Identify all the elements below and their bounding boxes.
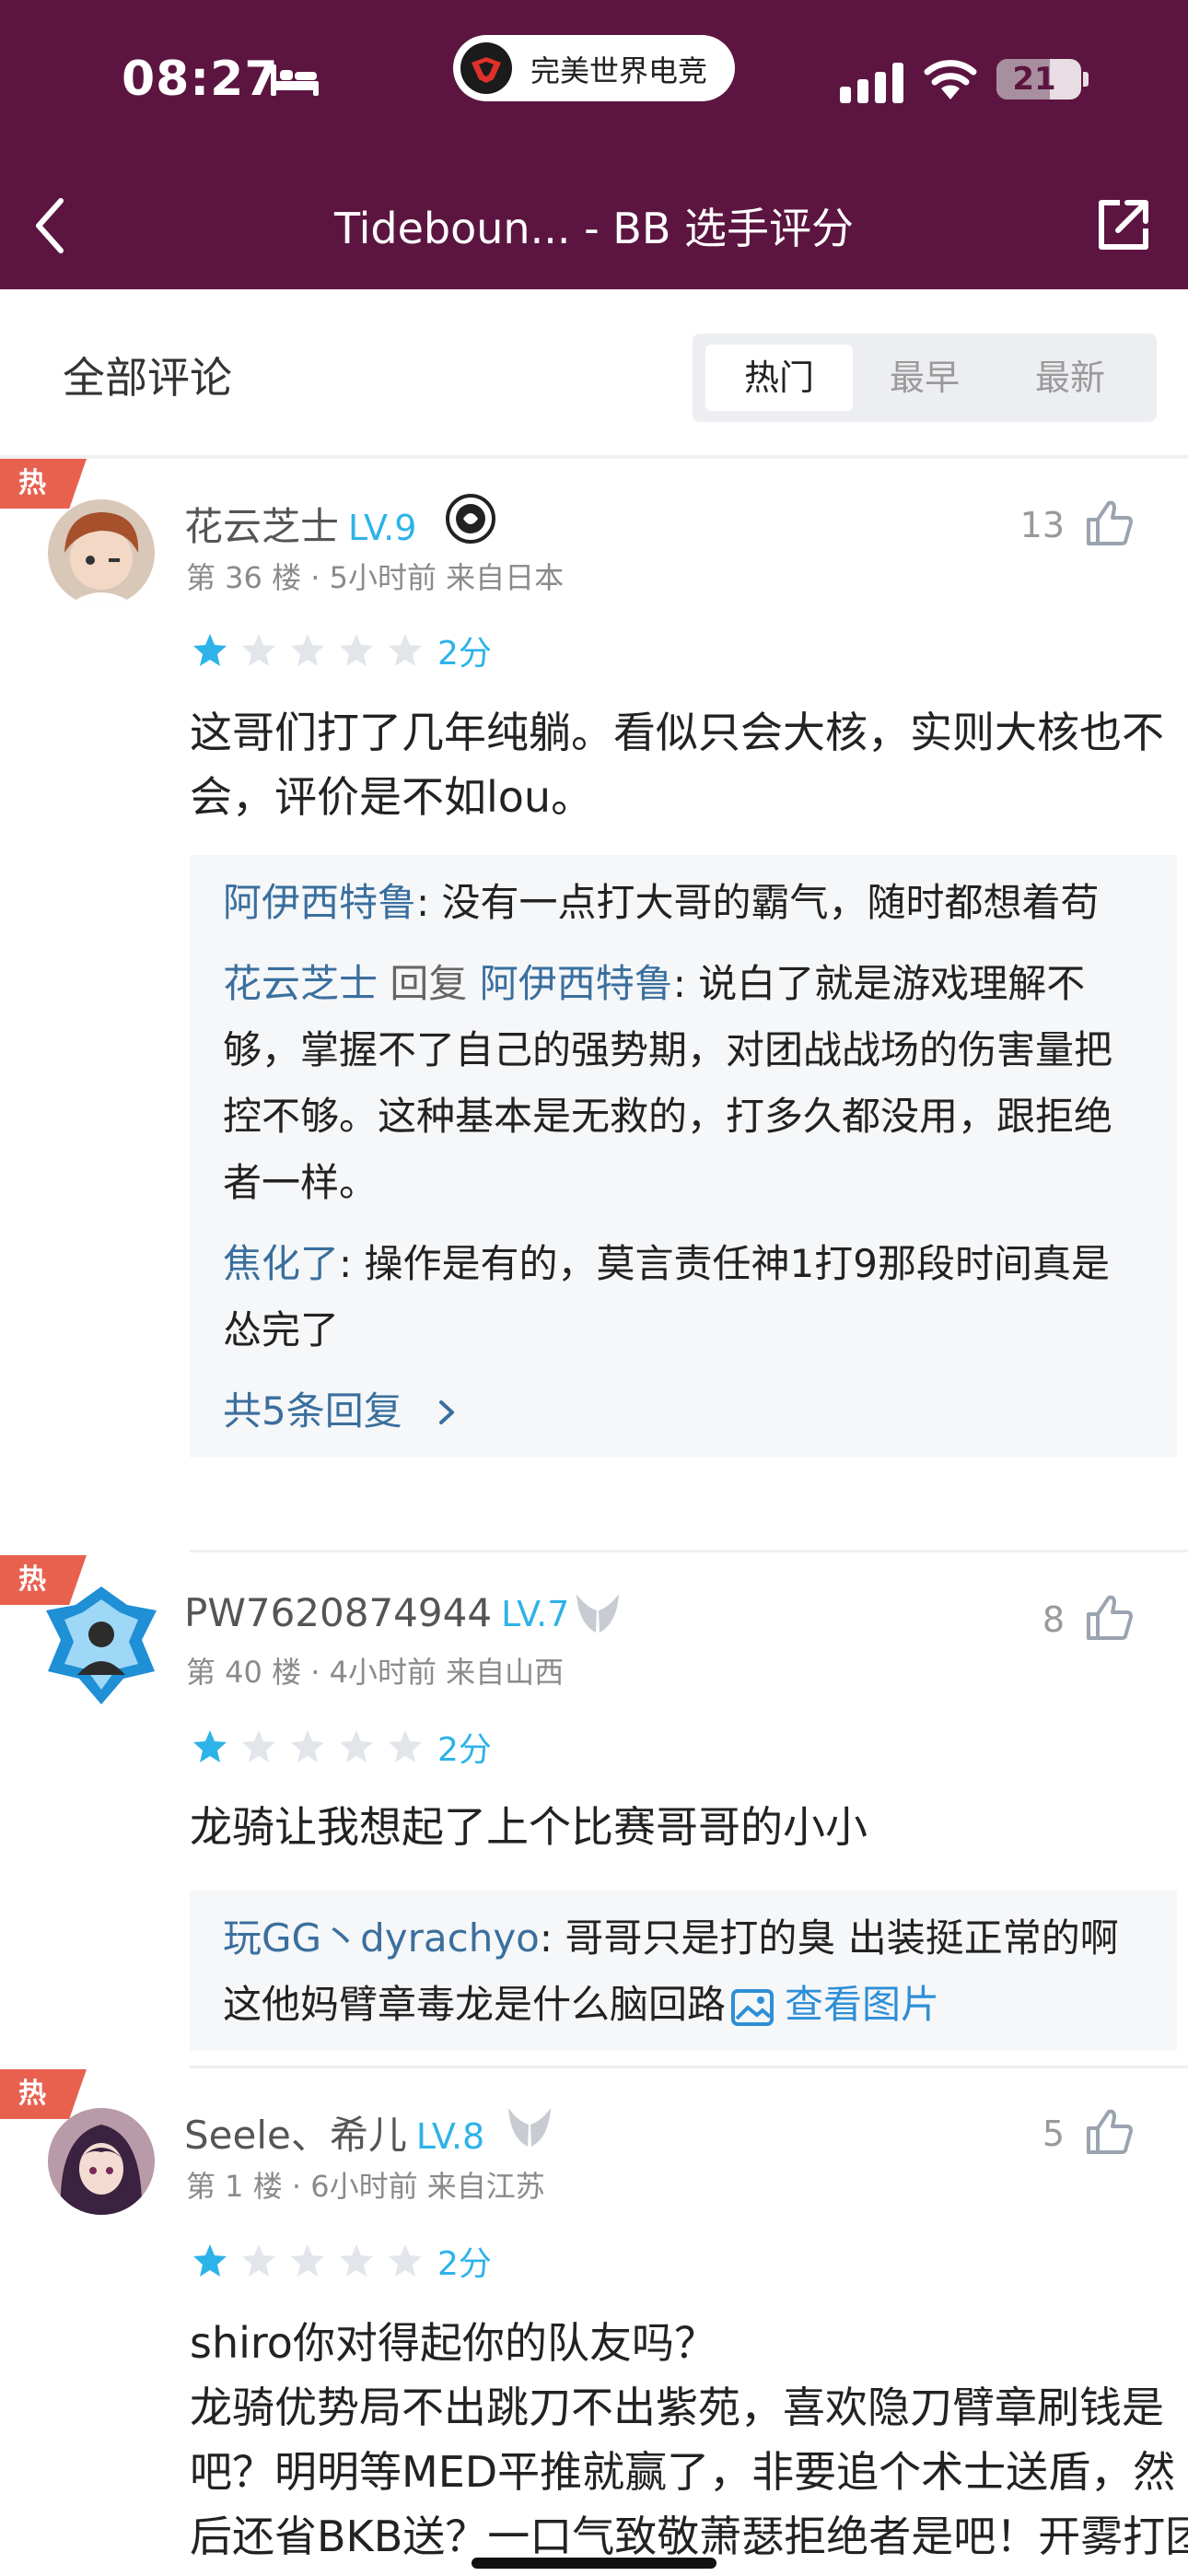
rating-score: 2分 <box>437 2245 492 2283</box>
avatar[interactable] <box>48 2108 155 2215</box>
star-rating: 2分 <box>192 1723 492 1769</box>
home-indicator[interactable] <box>472 2558 716 2569</box>
rating-score: 2分 <box>437 635 492 673</box>
comment-body: 这哥们打了几年纯躺。看似只会大核，实则大核也不会，评价是不如lou。 <box>190 708 1164 822</box>
status-time: 08:27 <box>122 52 279 107</box>
reply-to-user[interactable]: 阿伊西特鲁 <box>480 961 673 1006</box>
tab-earliest[interactable]: 最早 <box>851 345 998 411</box>
tab-newest[interactable]: 最新 <box>996 345 1144 411</box>
battery-indicator: 21 <box>996 59 1081 100</box>
comment-body-line: 龙骑优势局不出跳刀不出紫苑，喜欢隐刀臂章刷钱是吧？明明等MED平推就赢了，非要追… <box>190 2383 1188 2561</box>
comment-divider <box>190 1550 1188 1552</box>
star-filled-icon <box>193 634 227 666</box>
reply-item[interactable]: 焦化了: 操作是有的，莫言责任神1打9那段时间真是怂完了 <box>223 1231 1144 1364</box>
star-rating: 2分 <box>192 2237 492 2283</box>
star-empty-icon <box>340 634 373 666</box>
reply-text: : 没有一点打大哥的霸气，随时都想着苟 <box>416 880 1100 925</box>
reply-item[interactable]: 阿伊西特鲁: 没有一点打大哥的霸气，随时都想着苟 <box>223 870 1144 936</box>
user-level: LV.7 <box>501 1594 570 1634</box>
cellular-signal-icon <box>840 63 903 103</box>
hot-badge: 热 <box>0 2069 87 2119</box>
avatar[interactable] <box>39 1583 164 1708</box>
username-text: 花云芝士 <box>184 504 340 549</box>
team-badge-icon <box>446 494 495 544</box>
reply-box: 阿伊西特鲁: 没有一点打大哥的霸气，随时都想着苟 花云芝士 回复 阿伊西特鲁: … <box>190 855 1177 1458</box>
battery-cap <box>1083 72 1089 87</box>
star-empty-icon <box>340 1730 373 1762</box>
share-icon[interactable] <box>1096 197 1151 252</box>
hot-badge: 热 <box>0 459 87 509</box>
star-empty-icon <box>242 634 275 666</box>
reply-keyword: 回复 <box>378 961 480 1006</box>
reply-author[interactable]: 花云芝士 <box>223 961 378 1006</box>
more-replies-label: 共5条回复 <box>223 1388 402 1434</box>
wifi-icon <box>924 60 977 100</box>
thumbs-up-icon[interactable] <box>1083 1592 1135 1644</box>
username-text: PW7620874944 <box>184 1590 493 1635</box>
top-bar: 08:27 完美世界电竞 21 Tideboun... - BB 选手评分 <box>0 0 1188 289</box>
comments-section-header: 全部评论 热门 最早 最新 <box>0 289 1188 459</box>
comment-meta: 第 1 楼 · 6小时前 来自江苏 <box>186 2169 545 2204</box>
comment-username[interactable]: 花云芝士 LV.9 <box>184 496 416 552</box>
user-level: LV.9 <box>348 508 417 548</box>
sort-segmented-control: 热门 最早 最新 <box>693 334 1157 422</box>
app-pill-label: 完美世界电竞 <box>530 53 708 88</box>
comment-body-line: shiro你对得起你的队友吗？ <box>190 2318 716 2368</box>
like-count: 8 <box>1042 1599 1065 1640</box>
star-empty-icon <box>291 2244 324 2277</box>
comment-meta: 第 40 楼 · 4小时前 来自山西 <box>186 1655 565 1690</box>
chevron-right-icon <box>439 1400 455 1424</box>
username-text: Seele、希儿 <box>184 2113 407 2158</box>
star-empty-icon <box>242 1730 275 1762</box>
like-count: 13 <box>1019 505 1065 545</box>
reply-item[interactable]: 花云芝士 回复 阿伊西特鲁: 说白了就是游戏理解不够，掌握不了自己的强势期，对团… <box>223 951 1144 1216</box>
comment-username[interactable]: Seele、希儿 LV.8 <box>184 2104 484 2160</box>
star-empty-icon <box>389 1730 422 1762</box>
star-empty-icon <box>291 634 324 666</box>
star-empty-icon <box>242 2244 275 2277</box>
reply-author[interactable]: 焦化了 <box>223 1241 339 1286</box>
star-empty-icon <box>389 634 422 666</box>
comment-body: shiro你对得起你的队友吗？ 龙骑优势局不出跳刀不出紫苑，喜欢隐刀臂章刷钱是吧… <box>190 2311 1188 2576</box>
tab-hot[interactable]: 热门 <box>705 345 853 411</box>
comment-meta: 第 36 楼 · 5小时前 来自日本 <box>186 560 565 595</box>
section-title: 全部评论 <box>63 353 232 403</box>
reply-author[interactable]: 阿伊西特鲁 <box>223 880 416 925</box>
reply-box: 玩GG丶dyrachyo: 哥哥只是打的臭 出装挺正常的啊 这他妈臂章毒龙是什么… <box>190 1891 1177 2051</box>
thumbs-up-icon[interactable] <box>1083 2106 1135 2158</box>
battery-percent: 21 <box>1012 61 1056 98</box>
rating-score: 2分 <box>437 1731 492 1769</box>
star-empty-icon <box>291 1730 324 1762</box>
thumbs-up-icon[interactable] <box>1083 498 1135 549</box>
avatar[interactable] <box>48 499 155 606</box>
reply-text: : 操作是有的，莫言责任神1打9那段时间真是怂完了 <box>223 1241 1110 1352</box>
view-image-link[interactable]: 查看图片 <box>785 1982 939 2027</box>
user-level: LV.8 <box>415 2116 485 2157</box>
image-icon <box>731 1988 775 2026</box>
wings-badge-icon <box>508 2108 551 2147</box>
star-rating: 2分 <box>192 626 492 673</box>
comment-divider <box>190 2066 1188 2068</box>
app-activity-pill[interactable]: 完美世界电竞 <box>453 35 735 101</box>
perfect-world-logo-icon <box>460 42 512 94</box>
sleep-focus-icon <box>271 64 319 96</box>
reply-author[interactable]: 玩GG丶dyrachyo <box>223 1915 540 1961</box>
page-title: Tideboun... - BB 选手评分 <box>333 204 855 253</box>
star-filled-icon <box>193 1730 227 1762</box>
more-replies-link[interactable]: 共5条回复 <box>223 1378 1144 1445</box>
star-empty-icon <box>340 2244 373 2277</box>
comment-body: 龙骑让我想起了上个比赛哥哥的小小 <box>190 1802 868 1852</box>
wings-badge-icon <box>577 1594 619 1633</box>
like-count: 5 <box>1042 2113 1065 2154</box>
star-empty-icon <box>389 2244 422 2277</box>
star-filled-icon <box>193 2244 227 2277</box>
reply-item[interactable]: 玩GG丶dyrachyo: 哥哥只是打的臭 出装挺正常的啊 这他妈臂章毒龙是什么… <box>223 1905 1144 2038</box>
comment-username[interactable]: PW7620874944 LV.7 <box>184 1590 569 1635</box>
